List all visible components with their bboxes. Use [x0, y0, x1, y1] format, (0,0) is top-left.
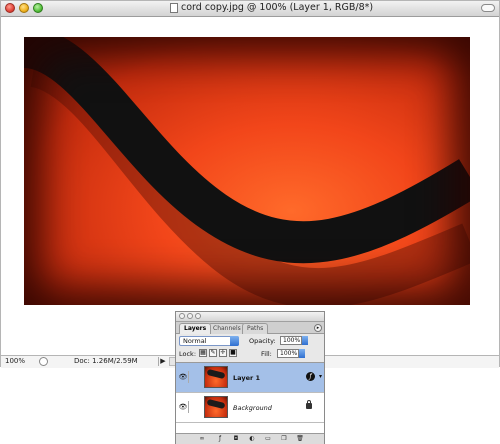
blend-mode-value: Normal: [183, 337, 207, 345]
lock-icon: [306, 400, 312, 409]
blend-opacity-row: Normal Opacity: 100%: [179, 336, 321, 346]
tab-channels[interactable]: Channels: [208, 323, 246, 334]
status-info-icon[interactable]: [39, 357, 48, 366]
eye-icon[interactable]: 👁: [178, 401, 189, 413]
layers-list: 👁 Layer 1 ƒ ▾ 👁 Background: [176, 362, 324, 433]
tab-layers[interactable]: Layers: [179, 323, 212, 334]
new-fill-adjustment-icon[interactable]: ◐: [248, 435, 256, 443]
document-proxy-icon[interactable]: [170, 3, 178, 13]
document-titlebar[interactable]: cord copy.jpg @ 100% (Layer 1, RGB/8*): [1, 1, 499, 17]
zoom-window-button[interactable]: [33, 3, 43, 13]
lock-position-icon[interactable]: ✛: [219, 349, 227, 357]
lock-label: Lock:: [179, 350, 197, 358]
layer-thumbnail: [204, 396, 228, 418]
layers-bottom-bar: ∞ ƒ ◘ ◐ ▭ ❐ 🗑: [176, 433, 324, 444]
delete-layer-icon[interactable]: 🗑: [296, 435, 304, 443]
layer-thumbnail: [204, 366, 228, 388]
layers-palette: Layers Channels Paths ▸ Normal Opacity: …: [175, 311, 325, 444]
fill-label: Fill:: [261, 350, 272, 358]
effects-expand-icon[interactable]: ▾: [319, 373, 322, 380]
layer-name: Background: [233, 404, 272, 412]
fill-slider-button[interactable]: [299, 349, 305, 358]
add-style-icon[interactable]: ƒ: [216, 435, 224, 443]
layer-effects-icon[interactable]: ƒ: [306, 372, 315, 381]
coiled-cord-photo: [24, 37, 470, 305]
opacity-label: Opacity:: [249, 337, 276, 345]
layer-row-layer-1[interactable]: 👁 Layer 1 ƒ ▾: [176, 363, 324, 393]
palette-menu-button[interactable]: ▸: [314, 324, 322, 332]
palette-tabs: Layers Channels Paths: [176, 322, 324, 334]
palette-titlebar[interactable]: [176, 312, 324, 322]
toolbar-toggle-button[interactable]: [481, 4, 495, 12]
lock-fill-row: Lock: ▦ ✎ ✛ ■ Fill: 100%: [179, 349, 321, 359]
status-menu-arrow-icon[interactable]: ▶: [158, 357, 167, 366]
opacity-slider-button[interactable]: [302, 336, 308, 345]
fill-field[interactable]: 100%: [277, 349, 299, 358]
new-group-icon[interactable]: ▭: [264, 435, 272, 443]
new-layer-icon[interactable]: ❐: [280, 435, 288, 443]
lock-image-icon[interactable]: ✎: [209, 349, 217, 357]
lock-transparency-icon[interactable]: ▦: [199, 349, 207, 357]
document-title: cord copy.jpg @ 100% (Layer 1, RGB/8*): [181, 2, 374, 13]
tab-paths[interactable]: Paths: [242, 323, 269, 334]
opacity-field[interactable]: 100%: [280, 336, 302, 345]
minimize-window-button[interactable]: [19, 3, 29, 13]
layer-row-background[interactable]: 👁 Background: [176, 393, 324, 423]
doc-size-info: Doc: 1.26M/2.59M: [74, 357, 138, 365]
eye-icon[interactable]: 👁: [178, 371, 189, 383]
palette-zoom-button[interactable]: [195, 313, 201, 319]
lock-all-icon[interactable]: ■: [229, 349, 237, 357]
layer-name: Layer 1: [233, 374, 260, 382]
blend-mode-select[interactable]: Normal: [179, 336, 239, 346]
palette-minimize-button[interactable]: [187, 313, 193, 319]
palette-close-button[interactable]: [179, 313, 185, 319]
add-mask-icon[interactable]: ◘: [232, 435, 240, 443]
link-layers-icon[interactable]: ∞: [198, 435, 206, 443]
image-canvas[interactable]: [24, 37, 470, 305]
chevron-down-icon: [230, 336, 239, 346]
zoom-level-field[interactable]: 100%: [5, 357, 33, 366]
close-window-button[interactable]: [5, 3, 15, 13]
